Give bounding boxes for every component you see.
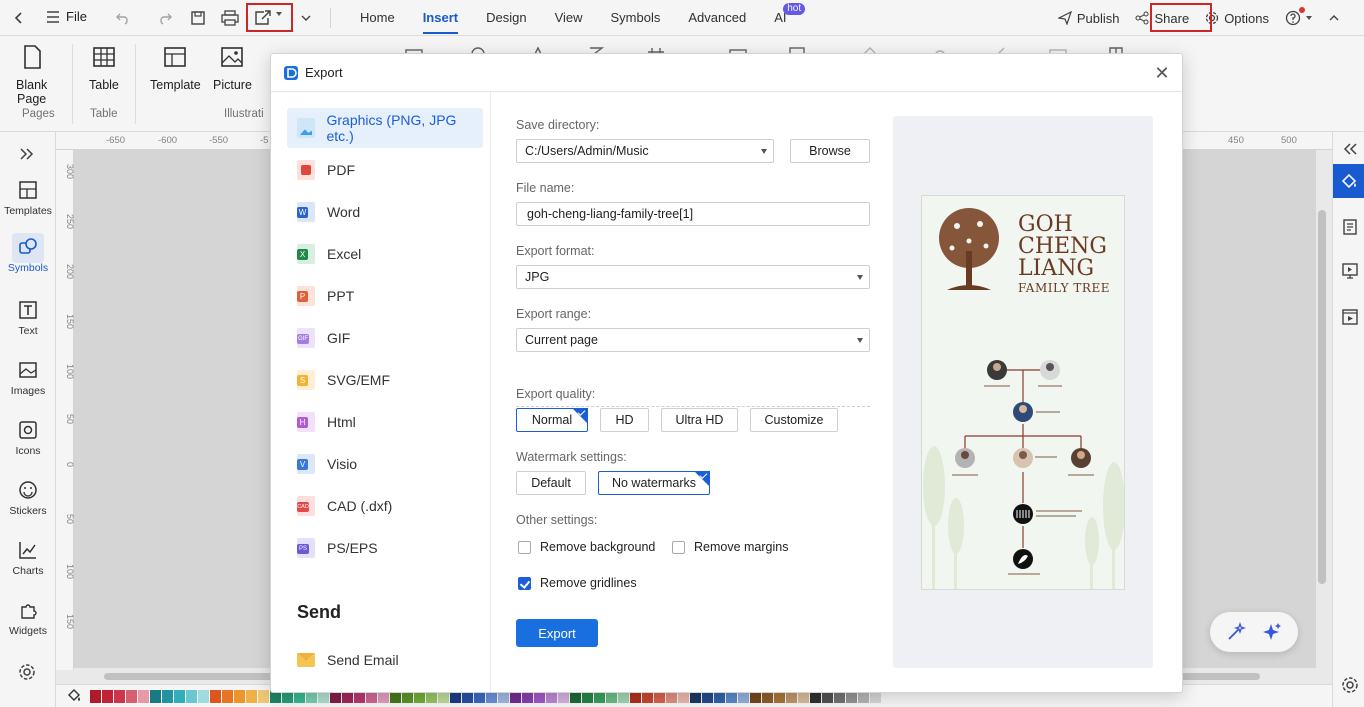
- quality-label: Normal: [531, 413, 573, 427]
- html-icon: H: [297, 412, 315, 432]
- excel-icon: X: [297, 244, 315, 264]
- format-item-svg-emf[interactable]: S SVG/EMF: [287, 360, 483, 400]
- format-item-ppt[interactable]: P PPT: [287, 276, 483, 316]
- watermark-none-button[interactable]: No watermarks: [598, 471, 710, 495]
- format-item-html[interactable]: H Html: [287, 402, 483, 442]
- preview-title-line-1: GOH: [1018, 212, 1073, 237]
- quality-ultra-hd-button[interactable]: Ultra HD: [661, 408, 738, 432]
- save-directory-label: Save directory:: [516, 118, 600, 132]
- format-label: Visio: [327, 456, 358, 472]
- export-button[interactable]: Export: [516, 619, 598, 647]
- remove-margins-label: Remove margins: [694, 540, 789, 554]
- export-settings: Save directory: C:/Users/Admin/Music Bro…: [516, 92, 871, 692]
- remove-gridlines-label: Remove gridlines: [540, 576, 637, 590]
- format-label: CAD (.dxf): [327, 498, 393, 514]
- export-range-value: Current page: [525, 333, 598, 347]
- format-label: Html: [327, 414, 356, 430]
- cad-icon: CAD: [297, 496, 315, 516]
- send-section-title: Send: [297, 602, 342, 622]
- save-directory-select[interactable]: C:/Users/Admin/Music: [516, 139, 774, 163]
- watermark-label: Default: [531, 476, 571, 490]
- quality-normal-button[interactable]: Normal: [516, 408, 588, 432]
- preview-title-line-2: CHENG: [1018, 234, 1107, 259]
- quality-label: Ultra HD: [675, 413, 724, 427]
- browse-label: Browse: [809, 144, 851, 158]
- preview-title-line-4: FAMILY TREE: [1018, 281, 1110, 295]
- format-label: PPT: [327, 288, 355, 304]
- format-label: Graphics (PNG, JPG etc.): [326, 112, 457, 144]
- export-format-select[interactable]: JPG: [516, 265, 870, 289]
- preview-panel: GOH CHENG LIANG FAMILY TREE: [893, 116, 1153, 668]
- watermark-default-button[interactable]: Default: [516, 471, 586, 495]
- format-label: GIF: [327, 330, 351, 346]
- quality-customize-button[interactable]: Customize: [750, 408, 838, 432]
- remove-margins-checkbox[interactable]: [672, 541, 685, 554]
- file-name-label: File name:: [516, 181, 575, 195]
- format-item-visio[interactable]: V Visio: [287, 444, 483, 484]
- dialog-header: Export: [271, 54, 1182, 92]
- dialog-title: Export: [305, 65, 343, 80]
- close-icon[interactable]: ✕: [1152, 63, 1172, 83]
- export-button-label: Export: [538, 625, 576, 641]
- ppt-icon: P: [297, 286, 315, 306]
- remove-background-label: Remove background: [540, 540, 656, 554]
- send-email-item[interactable]: Send Email: [287, 640, 483, 680]
- remove-gridlines-checkbox[interactable]: [518, 577, 531, 590]
- email-icon: [297, 653, 315, 667]
- format-item-gif[interactable]: GIF GIF: [287, 318, 483, 358]
- watermark-label: No watermarks: [611, 476, 697, 490]
- word-icon: W: [297, 202, 315, 222]
- family-tree-preview: GOH CHENG LIANG FAMILY TREE: [921, 195, 1125, 590]
- chevron-down-icon: [857, 338, 863, 343]
- divider: [516, 406, 870, 407]
- graphics-icon: [297, 118, 315, 138]
- file-name-value: goh-cheng-liang-family-tree[1]: [527, 207, 694, 221]
- chevron-down-icon: [761, 149, 767, 154]
- format-label: Word: [327, 204, 361, 220]
- gif-icon: GIF: [297, 328, 315, 348]
- export-range-label: Export range:: [516, 307, 592, 321]
- format-item-graphics[interactable]: Graphics (PNG, JPG etc.): [287, 108, 483, 148]
- export-format-label: Export format:: [516, 244, 595, 258]
- chevron-down-icon: [857, 275, 863, 280]
- export-range-select[interactable]: Current page: [516, 328, 870, 352]
- format-label: Excel: [327, 246, 362, 262]
- watermark-settings-label: Watermark settings:: [516, 450, 627, 464]
- format-list: Graphics (PNG, JPG etc.) PDF W Word X Ex…: [271, 92, 491, 692]
- send-email-label: Send Email: [327, 652, 399, 668]
- format-item-cad[interactable]: CAD CAD (.dxf): [287, 486, 483, 526]
- format-label: PS/EPS: [327, 540, 378, 556]
- format-item-pdf[interactable]: PDF: [287, 150, 483, 190]
- save-directory-value: C:/Users/Admin/Music: [525, 144, 649, 158]
- quality-label: HD: [615, 413, 634, 427]
- visio-icon: V: [297, 454, 315, 474]
- format-label: PDF: [327, 162, 355, 178]
- export-format-value: JPG: [525, 270, 550, 284]
- app-logo-icon: [284, 65, 298, 80]
- export-dialog: Export ✕ Graphics (PNG, JPG etc.) PDF W …: [270, 53, 1183, 693]
- export-quality-label: Export quality:: [516, 387, 596, 401]
- format-item-word[interactable]: W Word: [287, 192, 483, 232]
- file-name-input[interactable]: goh-cheng-liang-family-tree[1]: [516, 202, 870, 226]
- other-settings-label: Other settings:: [516, 513, 598, 527]
- ps-icon: PS: [297, 538, 315, 558]
- format-item-excel[interactable]: X Excel: [287, 234, 483, 274]
- svg-icon: S: [297, 370, 315, 390]
- remove-background-checkbox[interactable]: [518, 541, 531, 554]
- quality-hd-button[interactable]: HD: [600, 408, 649, 432]
- format-label: SVG/EMF: [327, 372, 391, 388]
- pdf-icon: [297, 160, 315, 180]
- format-item-ps-eps[interactable]: PS PS/EPS: [287, 528, 483, 568]
- quality-label: Customize: [764, 413, 824, 427]
- browse-button[interactable]: Browse: [790, 139, 870, 163]
- preview-title-line-3: LIANG: [1018, 256, 1095, 281]
